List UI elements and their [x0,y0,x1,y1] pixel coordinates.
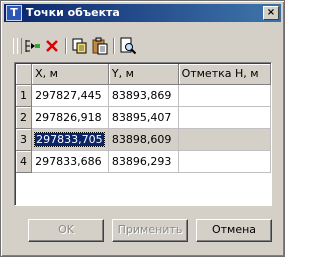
header-row: X, м Y, м Отметка Н, м [16,64,271,85]
toolbar-separator [113,38,115,54]
cell-x-value: 297827,445 [35,88,102,102]
cell-x-value[interactable]: 297833,705 [34,131,105,147]
column-header-x[interactable]: X, м [31,64,109,85]
app-icon: T [6,5,22,21]
row-number[interactable]: 2 [16,106,33,129]
delete-button[interactable] [43,37,61,55]
cell-x-value: 297826,918 [35,110,102,124]
cell-x-editing[interactable]: 297833,705 [31,128,109,151]
cell-h[interactable] [178,150,271,173]
toolbar [11,35,261,57]
copy-button[interactable] [71,37,89,55]
cell-x[interactable]: 297833,686 [31,150,109,173]
paste-button[interactable] [91,37,109,55]
row-number[interactable]: 4 [16,150,33,173]
paste-icon [92,37,108,55]
column-header-y[interactable]: Y, м [108,64,179,85]
insert-point-icon [25,40,40,52]
column-header-h[interactable]: Отметка Н, м [178,64,271,85]
cell-y-value: 83893,869 [111,88,172,102]
corner-header[interactable] [16,64,33,85]
cell-y[interactable]: 83898,609 [108,128,179,151]
delete-x-icon [46,40,58,52]
cell-y-value: 83896,293 [111,154,172,168]
window-title: Точки объекта [26,6,120,19]
cell-y[interactable]: 83895,407 [108,106,179,129]
cell-y-value: 83895,407 [111,110,172,124]
points-table: X, м Y, м Отметка Н, м 1 297827,445 8389… [16,64,271,173]
cancel-button[interactable]: Отмена [196,219,272,242]
ok-button[interactable]: OK [28,219,104,242]
table-row[interactable]: 4 297833,686 83896,293 [16,150,271,173]
cell-x[interactable]: 297827,445 [31,84,109,107]
row-number[interactable]: 3 [16,128,33,151]
cell-h[interactable] [178,84,271,107]
cell-y-value: 83898,609 [111,132,172,146]
close-button[interactable]: × [263,6,279,20]
preview-magnify-icon [120,37,137,55]
copy-icon [72,38,87,54]
cell-x[interactable]: 297826,918 [31,106,109,129]
cell-h[interactable] [178,128,271,151]
cell-x-value: 297833,686 [35,154,102,168]
dialog-window: T Точки объекта × X, м Y, м Отметка Н, м… [0,0,285,257]
table-row-selected[interactable]: 3 297833,705 83898,609 [16,128,271,151]
cell-y[interactable]: 83893,869 [108,84,179,107]
title-bar[interactable]: T Точки объекта × [4,4,281,22]
table-row[interactable]: 1 297827,445 83893,869 [16,84,271,107]
table-row[interactable]: 2 297826,918 83895,407 [16,106,271,129]
row-number[interactable]: 1 [16,84,33,107]
preview-button[interactable] [119,37,137,55]
cell-y[interactable]: 83896,293 [108,150,179,173]
insert-point-button[interactable] [23,37,41,55]
cell-h[interactable] [178,106,271,129]
points-grid[interactable]: X, м Y, м Отметка Н, м 1 297827,445 8389… [14,62,272,206]
toolbar-grip[interactable] [17,38,22,54]
toolbar-separator [65,38,67,54]
apply-button[interactable]: Применить [112,219,188,242]
